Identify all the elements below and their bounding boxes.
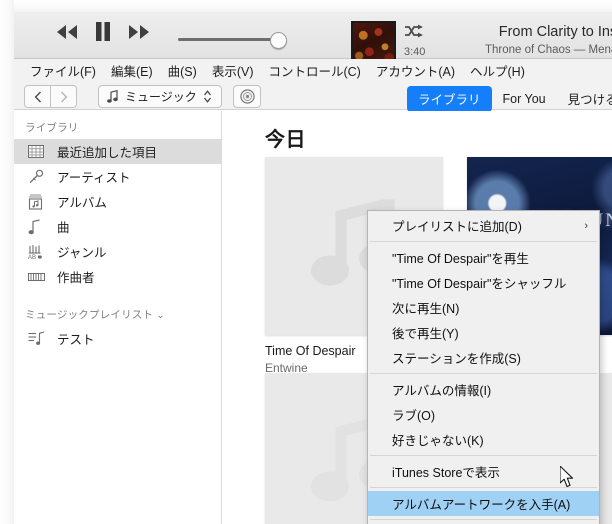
menu-view[interactable]: 表示(V)	[205, 60, 262, 81]
chevron-updown-icon	[203, 89, 212, 109]
chevron-left-icon	[34, 91, 41, 102]
sidebar-item-recently-added[interactable]: 最近追加した項目	[14, 139, 221, 164]
context-menu-item-label: アルバムの情報(I)	[392, 384, 492, 398]
media-type-picker[interactable]: ミュージック	[98, 85, 222, 108]
sidebar-label: アルバム	[57, 196, 107, 210]
context-menu-item-label: 次に再生(N)	[392, 302, 460, 316]
back-button[interactable]	[24, 85, 51, 108]
sidebar-label: アーティスト	[57, 171, 131, 185]
sidebar-item-playlist-test[interactable]: テスト	[14, 326, 221, 351]
context-menu-separator	[370, 241, 597, 242]
window-left-edge	[0, 0, 14, 524]
context-menu-item-play-later[interactable]: 後で再生(Y)	[368, 320, 599, 345]
music-note-icon	[107, 90, 118, 103]
context-menu-item-label: プレイリストに追加(D)	[392, 220, 522, 234]
menu-bar: ファイル(F) 編集(E) 曲(S) 表示(V) コントロール(C) アカウント…	[14, 59, 612, 82]
artwork-image	[353, 23, 394, 64]
shuffle-status: 3:40	[404, 24, 446, 58]
sidebar-label: ジャンル	[57, 246, 107, 260]
music-note-icon	[28, 218, 50, 235]
context-menu-item-label: アルバムアートワークを入手(A)	[392, 498, 571, 512]
now-playing-title: From Clarity to Insa	[498, 24, 612, 40]
tab-for-you[interactable]: For You	[492, 89, 557, 110]
svg-text:AB: AB	[28, 255, 36, 260]
context-menu-separator	[370, 373, 597, 374]
tab-browse[interactable]: 見つける	[557, 86, 612, 112]
menu-account[interactable]: アカウント(A)	[369, 60, 463, 81]
sidebar-section-playlists-label: ミュージックプレイリスト	[25, 309, 154, 321]
context-menu-item-album-info[interactable]: アルバムの情報(I)	[368, 377, 599, 402]
menu-file[interactable]: ファイル(F)	[23, 60, 104, 81]
media-picker-label: ミュージック	[125, 90, 197, 104]
library-tabs: ライブラリ For You 見つける R	[407, 86, 612, 112]
chevron-right-icon	[60, 91, 67, 102]
context-menu-item-label: "Time Of Despair"を再生	[392, 252, 529, 266]
cd-eject-button[interactable]	[233, 85, 261, 108]
window-top-edge	[0, 0, 612, 12]
context-menu-item-show-in-itunes-store[interactable]: iTunes Storeで表示	[368, 459, 599, 484]
sidebar-item-composers[interactable]: 作曲者	[14, 264, 221, 289]
context-menu-item-label: 後で再生(Y)	[392, 327, 459, 341]
sidebar-item-artists[interactable]: アーティスト	[14, 164, 221, 189]
elapsed-time: 3:40	[404, 46, 426, 58]
context-menu-item-dislike[interactable]: 好きじゃない(K)	[368, 427, 599, 452]
context-menu-item-shuffle[interactable]: "Time Of Despair"をシャッフル	[368, 270, 599, 295]
menu-controls[interactable]: コントロール(C)	[261, 60, 368, 81]
context-menu-item-label: ステーションを作成(S)	[392, 352, 521, 366]
context-menu-item-play[interactable]: "Time Of Despair"を再生	[368, 245, 599, 270]
sidebar-section-library: ライブラリ	[25, 122, 79, 134]
volume-track	[178, 38, 282, 41]
tab-library[interactable]: ライブラリ	[407, 86, 492, 112]
context-menu-separator	[370, 519, 597, 520]
menu-help[interactable]: ヘルプ(H)	[463, 60, 533, 81]
sidebar-label: 曲	[57, 221, 70, 235]
sidebar-section-playlists[interactable]: ミュージックプレイリスト ⌄	[14, 289, 221, 326]
album-icon	[28, 194, 50, 210]
play-pause-button[interactable]	[95, 22, 111, 41]
now-playing-info: From Clarity to Insa Throne of Chaos — M…	[452, 23, 612, 58]
context-menu: プレイリストに追加(D) › "Time Of Despair"を再生 "Tim…	[367, 210, 600, 524]
sidebar-item-genres[interactable]: AB ジャンル	[14, 239, 221, 264]
playlist-icon	[28, 331, 50, 346]
context-menu-item-label: 好きじゃない(K)	[392, 434, 484, 448]
sidebar-label: テスト	[57, 333, 95, 347]
now-playing-subtitle: Throne of Chaos — Menace a	[484, 44, 612, 56]
volume-slider[interactable]	[178, 32, 287, 49]
previous-button[interactable]	[56, 24, 78, 39]
menu-song[interactable]: 曲(S)	[161, 60, 205, 81]
volume-knob[interactable]	[270, 32, 287, 49]
context-menu-item-love[interactable]: ラブ(O)	[368, 402, 599, 427]
page-title: 今日	[265, 129, 306, 151]
nav-buttons	[24, 85, 77, 108]
context-menu-item-create-station[interactable]: ステーションを作成(S)	[368, 345, 599, 370]
sidebar-item-songs[interactable]: 曲	[14, 214, 221, 239]
context-menu-separator	[370, 455, 597, 456]
context-menu-item-label: ラブ(O)	[392, 409, 436, 423]
chevron-right-icon: ›	[584, 219, 588, 232]
context-menu-item-label: "Time Of Despair"をシャッフル	[392, 277, 567, 291]
context-menu-item-label: iTunes Storeで表示	[392, 466, 500, 480]
sidebar-label: 最近追加した項目	[57, 146, 158, 160]
itunes-window: 3:40 From Clarity to Insa Throne of Chao…	[0, 0, 612, 524]
piano-icon	[28, 271, 50, 283]
microphone-icon	[28, 169, 50, 185]
grid-icon	[28, 145, 50, 158]
context-menu-item-add-to-playlist[interactable]: プレイリストに追加(D) ›	[368, 213, 599, 238]
context-menu-item-get-album-artwork[interactable]: アルバムアートワークを入手(A)	[368, 491, 599, 516]
chevron-down-icon: ⌄	[156, 310, 165, 321]
forward-button[interactable]	[51, 85, 77, 108]
context-menu-separator	[370, 487, 597, 488]
genre-icon: AB	[28, 244, 50, 260]
disc-icon	[239, 89, 255, 104]
nav-toolbar: ミュージック ライブラリ For You 見つける R	[14, 82, 612, 112]
player-bar: 3:40 From Clarity to Insa Throne of Chao…	[14, 12, 612, 66]
sidebar: ライブラリ 最近追加した項目 アーティスト アルバム 曲 AB ジャンル 作曲者…	[14, 111, 222, 524]
sidebar-item-albums[interactable]: アルバム	[14, 189, 221, 214]
context-menu-item-play-next[interactable]: 次に再生(N)	[368, 295, 599, 320]
next-button[interactable]	[128, 24, 150, 39]
menu-edit[interactable]: 編集(E)	[104, 60, 161, 81]
shuffle-icon[interactable]	[404, 24, 446, 43]
transport-controls	[56, 22, 150, 41]
sidebar-label: 作曲者	[57, 271, 95, 285]
